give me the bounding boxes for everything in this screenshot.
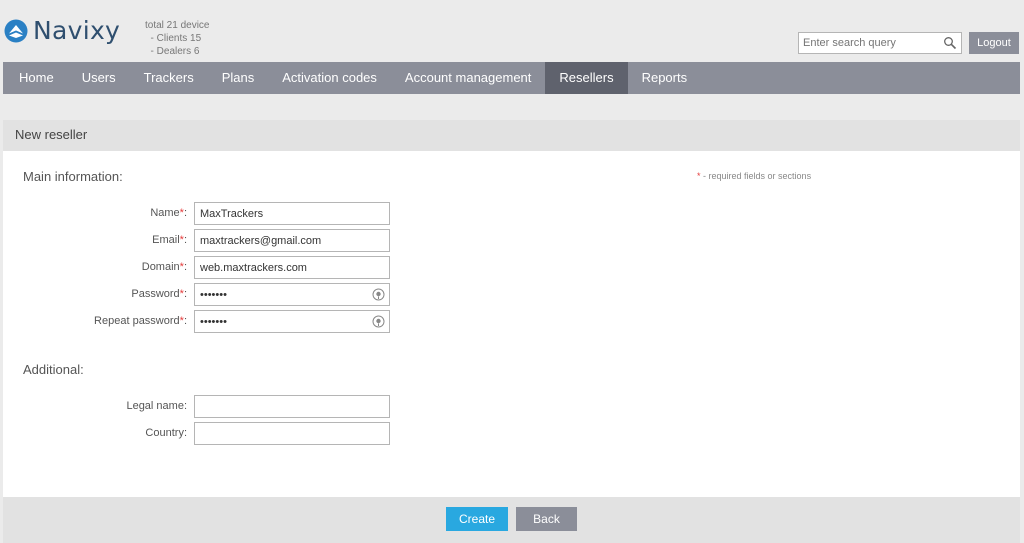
name-label: Name*: (150, 207, 187, 219)
additional-heading: Additional: (23, 362, 84, 377)
domain-label: Domain*: (141, 261, 187, 273)
stats-dealers: - Dealers 6 (145, 46, 200, 57)
country-field-wrap (194, 422, 390, 445)
page-title: New reseller (3, 120, 1020, 151)
device-stats: total 21 device - Clients 15 - Dealers 6 (145, 19, 210, 58)
legal-name-label: Legal name: (126, 400, 187, 412)
show-repeat-password-icon[interactable] (372, 315, 385, 328)
nav-item-home[interactable]: Home (3, 62, 68, 94)
navixy-logo-icon (4, 19, 28, 42)
email-field[interactable] (195, 230, 389, 251)
domain-field-wrap (194, 256, 390, 279)
password-label: Password*: (131, 288, 187, 300)
search-input[interactable] (799, 33, 939, 53)
nav-item-activation-codes[interactable]: Activation codes (268, 62, 391, 94)
password-field[interactable] (195, 284, 389, 305)
main-nav: Home Users Trackers Plans Activation cod… (3, 62, 1020, 94)
password-field-wrap (194, 283, 390, 306)
nav-item-users[interactable]: Users (68, 62, 130, 94)
form-footer (3, 497, 1020, 543)
email-label: Email*: (152, 234, 187, 246)
nav-item-trackers[interactable]: Trackers (130, 62, 208, 94)
brand-logo[interactable]: Navixy (4, 16, 120, 45)
create-button[interactable]: Create (446, 507, 508, 531)
nav-item-resellers[interactable]: Resellers (545, 62, 628, 94)
email-field-wrap (194, 229, 390, 252)
back-button[interactable]: Back (516, 507, 577, 531)
stats-total: total 21 device (145, 20, 210, 31)
required-note-text: - required fields or sections (700, 171, 812, 181)
legal-name-field-wrap (194, 395, 390, 418)
show-password-icon[interactable] (372, 288, 385, 301)
nav-item-account-management[interactable]: Account management (391, 62, 545, 94)
header: Navixy total 21 device - Clients 15 - De… (0, 0, 1024, 62)
repeat-password-field-wrap (194, 310, 390, 333)
search-icon[interactable] (943, 36, 957, 50)
logout-button[interactable]: Logout (969, 32, 1019, 54)
domain-field[interactable] (195, 257, 389, 278)
repeat-password-field[interactable] (195, 311, 389, 332)
name-field-wrap (194, 202, 390, 225)
name-field[interactable] (195, 203, 389, 224)
search-box (798, 32, 962, 54)
country-field[interactable] (195, 423, 389, 444)
stats-clients: - Clients 15 (145, 33, 202, 44)
legal-name-field[interactable] (195, 396, 389, 417)
main-information-heading: Main information: (23, 169, 123, 184)
nav-item-reports[interactable]: Reports (628, 62, 702, 94)
required-note: * - required fields or sections (697, 171, 811, 181)
repeat-password-label: Repeat password*: (94, 315, 187, 327)
nav-item-plans[interactable]: Plans (208, 62, 269, 94)
country-label: Country: (145, 427, 187, 439)
brand-name: Navixy (33, 16, 121, 45)
